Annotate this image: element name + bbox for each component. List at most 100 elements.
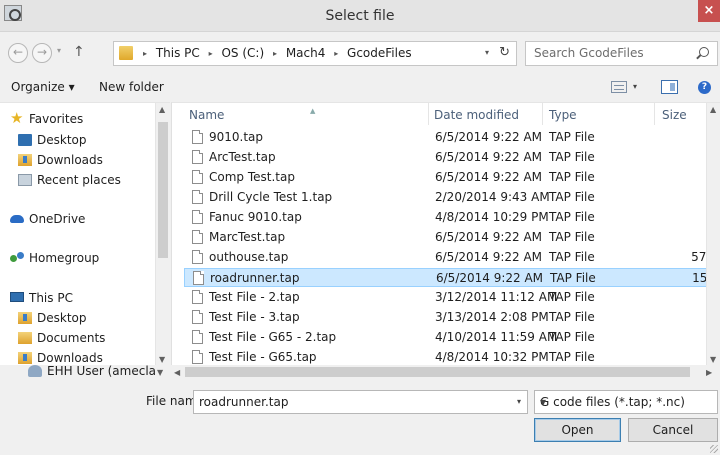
file-row[interactable]: Fanuc 9010.tap 4/8/2014 10:29 PM TAP Fil… xyxy=(184,208,716,227)
nav-item-label: Desktop xyxy=(37,133,87,147)
file-row[interactable]: Test File - 2.tap 3/12/2014 11:12 AM TAP… xyxy=(184,288,716,307)
file-icon xyxy=(192,330,203,344)
file-type: TAP File xyxy=(549,350,595,364)
refresh-icon[interactable]: ↻ xyxy=(499,45,510,60)
onedrive-icon xyxy=(10,215,24,223)
file-name-input[interactable] xyxy=(199,395,499,409)
column-header-size[interactable]: Size xyxy=(662,108,687,122)
file-type: TAP File xyxy=(549,310,595,324)
file-type: TAP File xyxy=(549,230,595,244)
dialog-footer: File name: ▾ G code files (*.tap; *.nc) … xyxy=(0,379,720,455)
downloads-icon xyxy=(18,352,32,364)
horizontal-scrollbar[interactable]: ◀ ▶ xyxy=(171,365,720,379)
recent-locations-dropdown[interactable]: ▾ xyxy=(57,46,61,55)
downloads-icon xyxy=(18,154,32,166)
file-name: Test File - 3.tap xyxy=(209,310,300,324)
scroll-left-arrow[interactable]: ◀ xyxy=(174,368,180,377)
organize-button[interactable]: Organize ▾ xyxy=(11,80,75,94)
column-divider[interactable] xyxy=(542,103,543,125)
breadcrumb-this-pc[interactable]: This PC xyxy=(156,46,200,60)
new-folder-button[interactable]: New folder xyxy=(99,80,164,94)
file-type: TAP File xyxy=(549,130,595,144)
file-row[interactable]: Comp Test.tap 6/5/2014 9:22 AM TAP File … xyxy=(184,168,716,187)
nav-pane-scroll-thumb[interactable] xyxy=(158,122,168,258)
open-button[interactable]: Open xyxy=(534,418,621,442)
file-date: 4/8/2014 10:32 PM xyxy=(435,350,549,364)
change-view-icon[interactable] xyxy=(611,81,627,93)
nav-item-label: Favorites xyxy=(29,112,84,126)
column-divider[interactable] xyxy=(428,103,429,125)
file-type: TAP File xyxy=(549,210,595,224)
file-date: 3/12/2014 11:12 AM xyxy=(435,290,558,304)
column-header-type[interactable]: Type xyxy=(549,108,577,122)
file-name: roadrunner.tap xyxy=(210,271,300,285)
file-row[interactable]: outhouse.tap 6/5/2014 9:22 AM TAP File 5… xyxy=(184,248,716,267)
file-type-select[interactable]: G code files (*.tap; *.nc) ▾ xyxy=(534,390,718,414)
breadcrumb-separator[interactable]: ▸ xyxy=(209,49,213,58)
file-list: Name ▲ Date modified Type Size 9010.tap … xyxy=(171,102,720,365)
file-row[interactable]: 9010.tap 6/5/2014 9:22 AM TAP File 1 xyxy=(184,128,716,147)
user-folder-icon xyxy=(28,365,42,377)
file-row[interactable]: MarcTest.tap 6/5/2014 9:22 AM TAP File 1 xyxy=(184,228,716,247)
window-title: Select file xyxy=(325,8,395,24)
file-date: 6/5/2014 9:22 AM xyxy=(436,271,544,285)
star-icon: ★ xyxy=(10,109,24,127)
file-row[interactable]: ArcTest.tap 6/5/2014 9:22 AM TAP File 1 xyxy=(184,148,716,167)
scroll-down-arrow[interactable]: ▼ xyxy=(710,355,716,364)
nav-item-label: Recent places xyxy=(37,173,121,187)
file-name-combobox[interactable]: ▾ xyxy=(193,390,528,414)
nav-item-label: Desktop xyxy=(37,311,87,325)
column-divider[interactable] xyxy=(654,103,655,125)
chevron-down-icon[interactable]: ▾ xyxy=(517,397,521,406)
file-row[interactable]: Test File - G65.tap 4/8/2014 10:32 PM TA… xyxy=(184,348,716,365)
column-header-name[interactable]: Name ▲ xyxy=(189,107,315,122)
scroll-right-arrow[interactable]: ▶ xyxy=(706,368,712,377)
file-row-selected[interactable]: roadrunner.tap 6/5/2014 9:22 AM TAP File… xyxy=(184,268,716,287)
sort-ascending-icon: ▲ xyxy=(310,107,316,115)
scroll-down-arrow[interactable]: ▼ xyxy=(159,355,165,364)
file-date: 6/5/2014 9:22 AM xyxy=(435,150,543,164)
breadcrumb-separator[interactable]: ▸ xyxy=(334,49,338,58)
file-icon xyxy=(192,210,203,224)
file-name: Test File - 2.tap xyxy=(209,290,300,304)
forward-button[interactable]: → xyxy=(32,43,52,63)
file-list-scrollbar[interactable]: ▲ ▼ xyxy=(706,103,720,365)
breadcrumb-separator[interactable]: ▸ xyxy=(273,49,277,58)
column-header-date-modified[interactable]: Date modified xyxy=(434,108,519,122)
recent-places-icon xyxy=(18,174,32,186)
search-box[interactable] xyxy=(525,41,718,66)
search-icon[interactable] xyxy=(699,47,709,57)
chevron-down-icon[interactable]: ▾ xyxy=(540,395,711,409)
file-type: TAP File xyxy=(550,271,596,285)
breadcrumb: ▸ This PC ▸ OS (C:) ▸ Mach4 ▸ GcodeFiles xyxy=(138,46,412,60)
resize-grip[interactable] xyxy=(710,445,718,453)
nav-item-label: Documents xyxy=(37,331,106,345)
address-dropdown-icon[interactable]: ▾ xyxy=(485,48,489,57)
address-bar[interactable]: ▸ This PC ▸ OS (C:) ▸ Mach4 ▸ GcodeFiles… xyxy=(113,41,517,66)
nav-item-label: EHH User (amecla xyxy=(47,364,157,378)
back-button[interactable]: ← xyxy=(8,43,28,63)
view-options-dropdown[interactable]: ▾ xyxy=(633,82,637,91)
preview-pane-icon[interactable] xyxy=(661,80,678,94)
navigation-pane: ★ Favorites Desktop Downloads Recent pla… xyxy=(0,102,170,365)
help-icon[interactable]: ? xyxy=(698,81,711,94)
file-row[interactable]: Drill Cycle Test 1.tap 2/20/2014 9:43 AM… xyxy=(184,188,716,207)
horizontal-scroll-thumb[interactable] xyxy=(185,367,690,377)
file-icon xyxy=(192,150,203,164)
scroll-up-arrow[interactable]: ▲ xyxy=(159,105,165,114)
close-button[interactable]: × xyxy=(698,0,720,22)
file-row[interactable]: Test File - 3.tap 3/13/2014 2:08 PM TAP … xyxy=(184,308,716,327)
search-input[interactable] xyxy=(534,46,684,60)
scroll-down-arrow[interactable]: ▼ xyxy=(157,368,163,377)
scroll-up-arrow[interactable]: ▲ xyxy=(710,105,716,114)
navigation-bar: ← → ▾ ↑ ▸ This PC ▸ OS (C:) ▸ Mach4 ▸ Gc… xyxy=(0,32,720,72)
cancel-button[interactable]: Cancel xyxy=(628,418,718,442)
breadcrumb-separator[interactable]: ▸ xyxy=(143,49,147,58)
breadcrumb-os-c[interactable]: OS (C:) xyxy=(221,46,264,60)
breadcrumb-gcodefiles[interactable]: GcodeFiles xyxy=(347,46,412,60)
nav-pane-scrollbar[interactable]: ▲ ▼ xyxy=(155,103,170,365)
breadcrumb-mach4[interactable]: Mach4 xyxy=(286,46,326,60)
file-row[interactable]: Test File - G65 - 2.tap 4/10/2014 11:59 … xyxy=(184,328,716,347)
file-date: 6/5/2014 9:22 AM xyxy=(435,250,543,264)
up-button[interactable]: ↑ xyxy=(73,44,85,60)
